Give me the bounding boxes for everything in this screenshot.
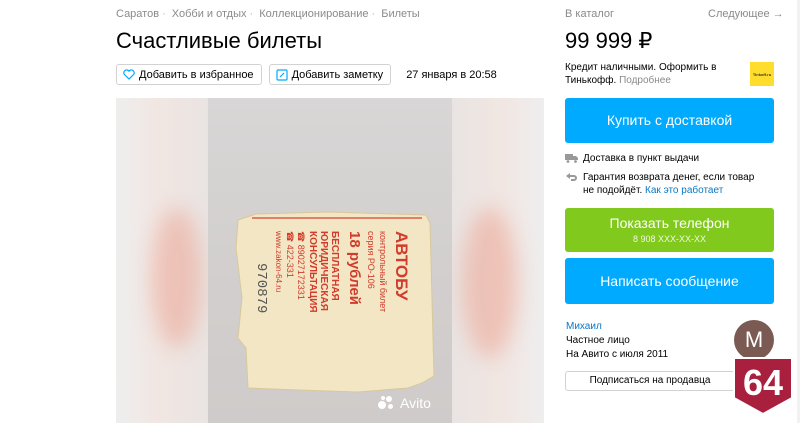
add-to-favorites-button[interactable]: Добавить в избранное [116,64,262,85]
svg-text:АВТОБУ: АВТОБУ [392,231,411,301]
gallery-blur-left [116,98,208,423]
listing-actions: Добавить в избранное Добавить заметку 27… [116,64,497,85]
seller-since: На Авито с июля 2011 [566,349,669,360]
buy-with-delivery-button[interactable]: Купить с доставкой [565,98,774,143]
svg-text:серия РО-106: серия РО-106 [366,231,376,289]
channel-badge-label: 64 [743,362,783,403]
heart-icon [123,69,135,80]
show-phone-button[interactable]: Показать телефон 8 908 XXX-XX-XX [565,208,774,252]
breadcrumb: Саратов · Хобби и отдых · Коллекционирован… [116,8,420,20]
listing-photo: АВТОБУ контрольный билет серия РО-106 18… [208,98,452,423]
svg-text:18 рублей: 18 рублей [346,231,363,305]
guarantee-info: Гарантия возврата денег, если товар не п… [565,171,765,197]
page-title: Счастливые билеты [116,28,323,53]
svg-text:970879: 970879 [253,263,269,313]
add-note-button[interactable]: Добавить заметку [268,64,392,85]
avito-watermark: Avito [378,395,431,411]
publish-date: 27 января в 20:58 [406,68,497,81]
svg-text:ЮРИДИЧЕСКАЯ: ЮРИДИЧЕСКАЯ [318,231,329,311]
breadcrumb-item-tickets[interactable]: Билеты [381,8,419,20]
tinkoff-logo: Tinkoff.ru [750,62,774,86]
write-message-button[interactable]: Написать сообщение [565,258,774,304]
credit-offer[interactable]: Кредит наличными. Оформить в Тинькофф. П… [565,61,735,87]
gallery-blur-right [452,98,544,423]
return-arrow-icon [566,173,577,181]
svg-text:www.zakon-64.ru: www.zakon-64.ru [274,230,283,292]
breadcrumb-item-city[interactable]: Саратов [116,8,159,20]
delivery-info: Доставка в пункт выдачи [565,152,699,165]
svg-text:БЕСПЛАТНАЯ: БЕСПЛАТНАЯ [329,231,340,301]
note-icon [275,68,288,81]
svg-text:☎ 422-331: ☎ 422-331 [285,231,295,278]
avito-watermark-label: Avito [400,395,431,411]
add-to-favorites-label: Добавить в избранное [139,68,254,81]
how-it-works-link[interactable]: Как это работает [645,185,723,196]
seller-name-link[interactable]: Михаил [566,321,602,332]
photo-gallery[interactable]: АВТОБУ контрольный билет серия РО-106 18… [116,98,544,423]
delivery-text: Доставка в пункт выдачи [583,153,700,164]
credit-more-link[interactable]: Подробнее [619,75,671,86]
next-listing-link[interactable]: Следующее → [708,8,784,20]
breadcrumb-item-hobby[interactable]: Хобби и отдых [172,8,247,20]
svg-text:☎ 89027172331: ☎ 89027172331 [296,231,306,300]
truck-icon [565,154,578,163]
price: 99 999 ₽ [565,28,653,53]
ticket-image: АВТОБУ контрольный билет серия РО-106 18… [235,211,435,393]
channel-badge-64: 64 [733,357,793,416]
avito-dots-icon [378,396,396,410]
svg-text:контрольный билет: контрольный билет [378,231,388,312]
svg-text:КОНСУЛЬТАЦИЯ: КОНСУЛЬТАЦИЯ [307,231,318,313]
add-note-label: Добавить заметку [291,68,384,81]
masked-phone-number: 8 908 XXX-XX-XX [632,234,707,244]
show-phone-label: Показать телефон [609,215,730,231]
breadcrumb-separator: · [162,8,166,20]
breadcrumb-item-collecting[interactable]: Коллекционирование [259,8,368,20]
breadcrumb-separator: · [371,8,376,20]
catalog-link[interactable]: В каталог [565,8,614,20]
seller-type: Частное лицо [566,335,630,346]
subscribe-seller-button[interactable]: Подписаться на продавца [565,371,735,391]
breadcrumb-separator: · [249,8,254,20]
